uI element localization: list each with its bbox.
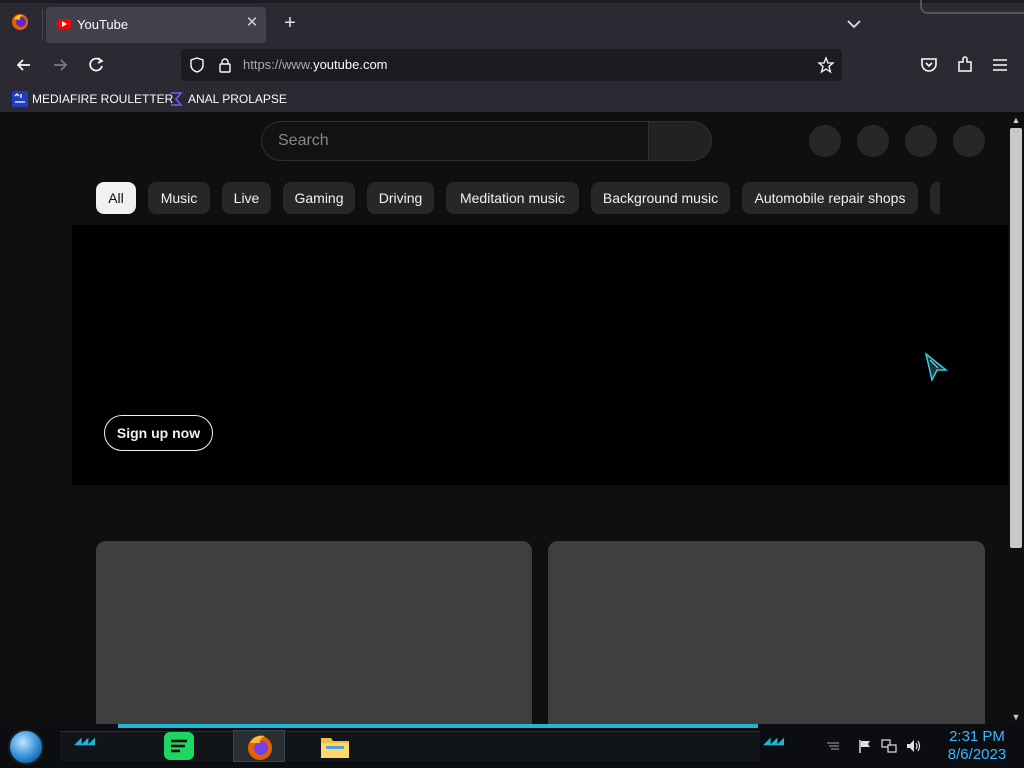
bookmarks-toolbar: MEDIAFIRE ROULETTER ANAL PROLAPSE xyxy=(0,86,1024,112)
hamburger-menu-icon[interactable] xyxy=(989,54,1011,76)
chip-partial[interactable] xyxy=(930,182,940,214)
url-prefix: https://www. xyxy=(243,57,314,72)
close-tab-icon[interactable]: ✕ xyxy=(244,15,260,31)
action-center-flag-icon[interactable] xyxy=(857,738,873,754)
url-domain: youtube.com xyxy=(313,57,388,72)
chip-automobile-repair-shops[interactable]: Automobile repair shops xyxy=(742,182,918,214)
youtube-favicon-icon xyxy=(57,19,71,29)
avatar[interactable] xyxy=(953,125,985,157)
tray-overflow-icon[interactable] xyxy=(825,738,841,754)
shield-icon[interactable] xyxy=(189,57,205,73)
header-icon-placeholder[interactable] xyxy=(857,125,889,157)
system-clock[interactable]: 2:31 PM 8/6/2023 xyxy=(934,728,1020,764)
url-text[interactable]: https://www.youtube.com xyxy=(243,57,388,72)
tab-separator xyxy=(42,9,43,39)
bookmark-star-icon[interactable] xyxy=(817,56,835,74)
video-thumbnail-placeholder[interactable] xyxy=(96,541,532,724)
tab-title: YouTube xyxy=(77,17,129,32)
taskbar-decoration: ◢◢◢ xyxy=(763,736,784,747)
mouse-cursor-icon xyxy=(924,352,949,382)
header-icon-placeholder[interactable] xyxy=(905,125,937,157)
taskbar-glow xyxy=(118,724,758,728)
chip-all[interactable]: All xyxy=(96,182,136,214)
search-placeholder: Search xyxy=(278,132,329,149)
tab-youtube[interactable]: YouTube ✕ xyxy=(46,7,266,43)
sign-up-button[interactable]: Sign up now xyxy=(104,415,213,451)
bookmark-label: MEDIAFIRE ROULETTER xyxy=(32,92,174,106)
header-icon-placeholder[interactable] xyxy=(809,125,841,157)
chip-background-music[interactable]: Background music xyxy=(591,182,730,214)
firefox-icon xyxy=(248,735,272,760)
window-corner-decoration xyxy=(920,0,1024,14)
scroll-down-icon[interactable]: ▼ xyxy=(1011,712,1021,722)
taskbar: ◢◢◢ ◢◢◢ 2:31 PM 8/6/2023 xyxy=(0,724,1024,768)
page-scrollbar[interactable]: ▲ ▼ xyxy=(1008,112,1024,724)
tab-bar: YouTube ✕ + xyxy=(0,0,1024,44)
clock-time: 2:31 PM xyxy=(949,728,1005,745)
chip-driving[interactable]: Driving xyxy=(367,182,434,214)
chip-music[interactable]: Music xyxy=(148,182,210,214)
forward-icon[interactable] xyxy=(49,54,71,76)
lock-icon[interactable] xyxy=(217,57,233,73)
chip-gaming[interactable]: Gaming xyxy=(283,182,355,214)
pocket-icon[interactable] xyxy=(918,54,940,76)
chevron-down-icon[interactable] xyxy=(845,15,863,33)
firefox-app-button[interactable] xyxy=(233,730,285,762)
youtube-page: Search All Music Live Gaming Driving Med… xyxy=(0,112,1008,724)
bookmark-item[interactable]: MEDIAFIRE ROULETTER xyxy=(12,90,173,108)
new-tab-button[interactable]: + xyxy=(280,13,300,33)
volume-icon[interactable] xyxy=(905,738,921,754)
chip-live[interactable]: Live xyxy=(222,182,271,214)
spotify-app-icon[interactable] xyxy=(162,730,196,762)
network-icon[interactable] xyxy=(881,738,897,754)
bookmark-label: ANAL PROLAPSE xyxy=(188,92,287,106)
scrollbar-thumb[interactable] xyxy=(1010,128,1022,548)
reload-icon[interactable] xyxy=(85,54,107,76)
chip-meditation-music[interactable]: Meditation music xyxy=(446,182,579,214)
scroll-up-icon[interactable]: ▲ xyxy=(1011,115,1021,125)
start-orb-icon[interactable] xyxy=(8,729,44,765)
search-input[interactable]: Search xyxy=(261,121,649,161)
navigation-toolbar: https://www.youtube.com xyxy=(0,44,1024,86)
extensions-icon[interactable] xyxy=(954,54,976,76)
sigma-favicon-icon xyxy=(171,92,183,106)
mediafire-favicon-icon xyxy=(12,91,28,107)
bookmark-item[interactable]: ANAL PROLAPSE xyxy=(168,90,288,108)
taskbar-decoration: ◢◢◢ xyxy=(74,736,95,747)
back-icon[interactable] xyxy=(13,54,35,76)
video-thumbnail-placeholder[interactable] xyxy=(548,541,985,724)
promo-banner: Sign up now xyxy=(72,225,1008,485)
url-bar[interactable]: https://www.youtube.com xyxy=(181,49,842,81)
search-button[interactable] xyxy=(648,121,712,161)
clock-date: 8/6/2023 xyxy=(947,746,1007,763)
file-explorer-icon[interactable] xyxy=(318,730,352,762)
firefox-menu-icon[interactable] xyxy=(11,13,29,31)
